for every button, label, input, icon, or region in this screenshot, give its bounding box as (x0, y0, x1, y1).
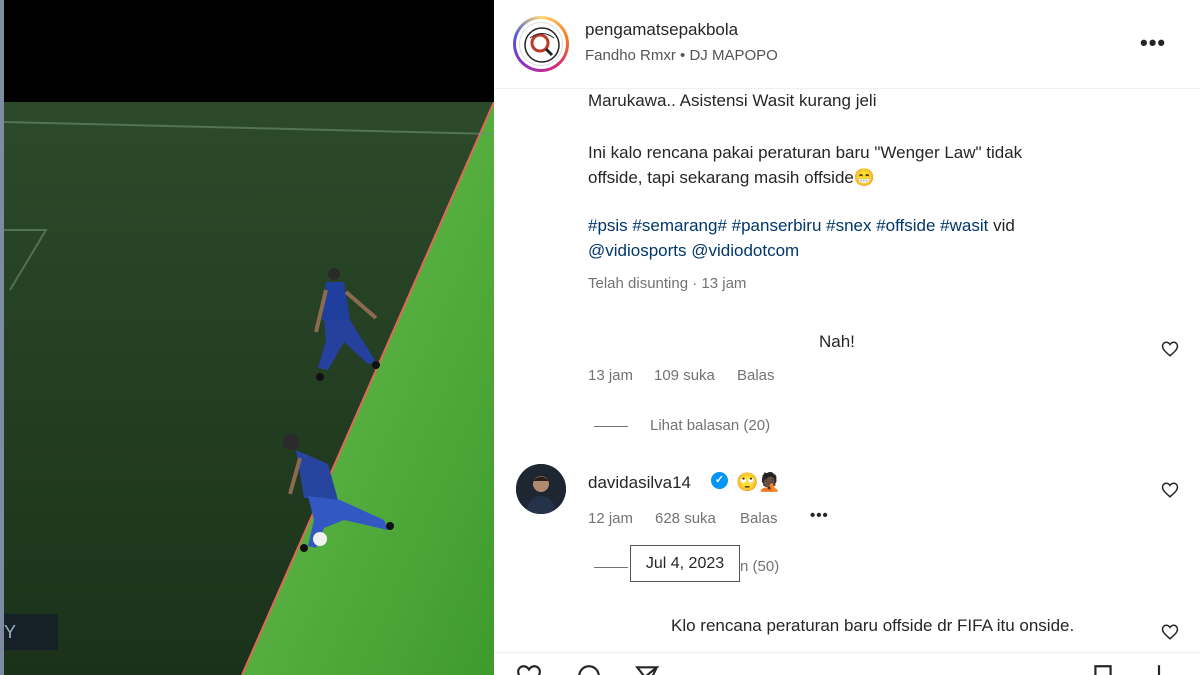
comment-2-emojis: 🙄🤦🏿 (736, 472, 781, 492)
audio-attribution[interactable]: Fandho Rmxr • DJ MAPOPO (585, 47, 778, 64)
comment-3-like-heart-icon[interactable] (1161, 623, 1179, 641)
post-username[interactable]: pengamatsepakbola (585, 20, 738, 40)
comment-1-text: Nah! (819, 332, 855, 351)
caption-hashtags[interactable]: #psis #semarang# #panserbiru #snex #offs… (588, 216, 988, 235)
video-overlay-badge: Y (4, 614, 58, 650)
replies-divider-line-2 (594, 567, 628, 568)
comments-scroll-area[interactable]: Marukawa.. Asistensi Wasit kurang jeli I… (494, 0, 1200, 675)
commenter-avatar[interactable] (516, 464, 566, 514)
comment-1-time: 13 jam (588, 367, 634, 384)
caption-line-3: offside, tapi sekarang masih offside😁 (588, 168, 876, 187)
post-header: pengamatsepakbola Fandho Rmxr • DJ MAPOP… (494, 0, 1200, 89)
comment-2-reply-button[interactable]: Balas (740, 510, 778, 527)
comment-3-text: Klo rencana peraturan baru offside dr FI… (671, 616, 1075, 635)
timestamp-tooltip: Jul 4, 2023 (630, 545, 740, 582)
like-heart-icon[interactable] (516, 663, 542, 675)
scroll-arrow-icon[interactable] (1146, 663, 1172, 675)
avatar (519, 22, 563, 66)
caption-edited-meta: Telah disunting · 13 jam (588, 275, 747, 292)
caption-line-2: Ini kalo rencana pakai peraturan baru "W… (588, 143, 1023, 162)
bookmark-icon[interactable] (1090, 663, 1116, 675)
caption-line-1: Marukawa.. Asistensi Wasit kurang jeli (588, 91, 877, 110)
caption-mentions-line: @vidiosports @vidiodotcom (588, 238, 799, 263)
comment-1-likes[interactable]: 109 suka (654, 367, 715, 384)
comment-2-time: 12 jam (588, 510, 634, 527)
comment-2-like-heart-icon[interactable] (1161, 481, 1179, 499)
comment-2-likes[interactable]: 628 suka (655, 510, 716, 527)
comment-2-more-icon[interactable]: ••• (810, 507, 829, 524)
comment-2-username[interactable]: davidasilva14 (588, 473, 691, 493)
comment-1-reply-button[interactable]: Balas (737, 367, 775, 384)
share-icon[interactable] (634, 663, 660, 675)
more-options-icon[interactable]: ••• (1140, 30, 1166, 56)
comment-icon[interactable] (576, 663, 602, 675)
magnifier-logo-icon (524, 27, 560, 63)
post-action-bar (494, 652, 1200, 675)
comment-2-view-replies[interactable]: n (50) (740, 558, 779, 575)
comment-1-view-replies[interactable]: Lihat balasan (20) (650, 417, 770, 434)
commenter-photo (516, 464, 566, 514)
story-ring[interactable] (513, 16, 569, 72)
comment-1-like-heart-icon[interactable] (1161, 340, 1179, 358)
verified-badge-icon: ✓ (711, 472, 728, 489)
replies-divider-line (594, 426, 628, 427)
caption-hashtags-suffix: vid (988, 216, 1015, 235)
caption-hashtags-line: #psis #semarang# #panserbiru #snex #offs… (588, 213, 1015, 238)
avatar-frame (516, 19, 566, 69)
offside-video-frame[interactable] (4, 102, 494, 675)
post-side-panel: pengamatsepakbola Fandho Rmxr • DJ MAPOP… (494, 0, 1200, 675)
post-media[interactable]: Y (0, 0, 494, 675)
caption-mentions[interactable]: @vidiosports @vidiodotcom (588, 241, 799, 260)
